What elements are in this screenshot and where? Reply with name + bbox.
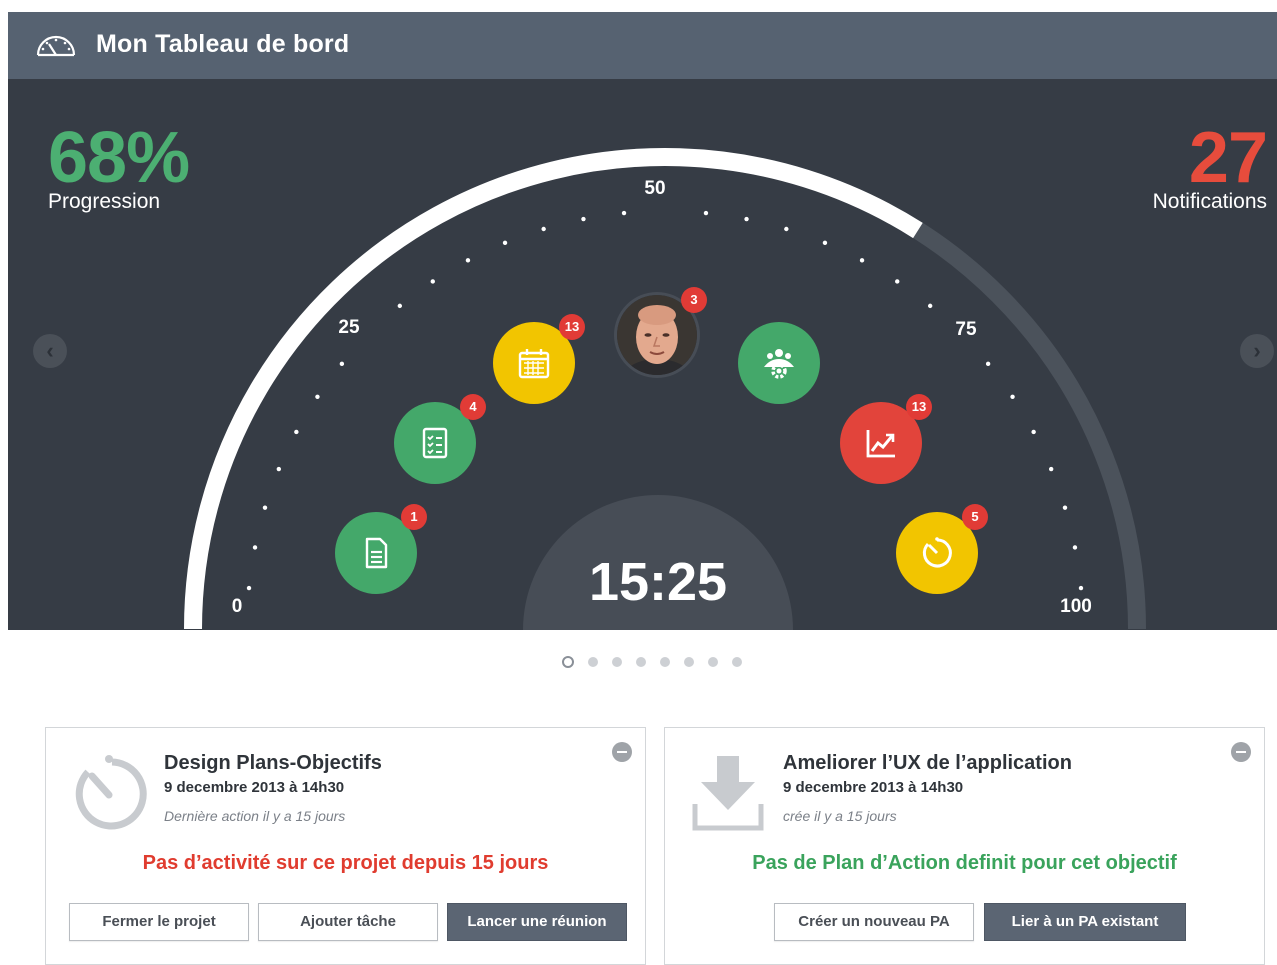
pager-dots — [562, 653, 756, 668]
pager-dot[interactable] — [708, 656, 718, 667]
page-title: Mon Tableau de bord — [96, 30, 350, 58]
create-new-pa-button[interactable]: Créer un nouveau PA — [774, 903, 974, 941]
gauge-tick-label: 25 — [338, 317, 360, 338]
card-date: 9 decembre 2013 à 14h30 — [164, 779, 345, 796]
gauge-tick-dot — [822, 240, 828, 246]
gauge-tick-dot — [1072, 545, 1078, 550]
gauge-tick-dot — [703, 210, 709, 216]
user-avatar-button[interactable]: 3 — [617, 287, 707, 375]
gauge-tick-dot — [859, 258, 865, 263]
gauge-tick-dot — [252, 545, 258, 550]
pager-dot[interactable] — [612, 656, 622, 667]
clock-time: 15:25 — [588, 552, 728, 612]
previous-arrow-button[interactable]: ‹ — [33, 334, 67, 368]
app-window: Mon Tableau de bord 68% Progression 27 N… — [8, 12, 1277, 965]
pager-dot[interactable] — [588, 656, 598, 667]
pager-dot[interactable] — [732, 656, 742, 667]
gauge-tick-dot — [246, 585, 252, 591]
gauge-tick-dot — [276, 466, 282, 472]
gauge-tick-dot — [502, 240, 508, 246]
card-meta: crée il y a 15 jours — [783, 808, 897, 824]
notification-badge: 13 — [559, 314, 585, 340]
project-card: Design Plans-Objectifs 9 decembre 2013 à… — [45, 727, 646, 965]
notification-badge: 4 — [460, 394, 486, 420]
objective-card: Ameliorer l’UX de l’application 9 decemb… — [664, 727, 1265, 965]
notifications-count: 27 — [1188, 118, 1268, 198]
gauge-tick-dot — [784, 226, 789, 232]
collapse-card-button[interactable] — [612, 742, 632, 762]
notifications-label: Notifications — [1152, 190, 1267, 213]
card-meta: Dernière action il y a 15 jours — [164, 808, 346, 824]
chart-trend-icon — [866, 430, 895, 458]
notification-badge: 3 — [681, 287, 707, 313]
gauge-tick-dot — [621, 210, 627, 216]
gauge-tick-dot — [581, 216, 586, 222]
start-meeting-button[interactable]: Lancer une réunion — [447, 903, 627, 941]
gauge-tick-dot — [262, 505, 268, 510]
dashboard-gauge-panel: 68% Progression 27 Notifications ‹ › 0 2… — [8, 79, 1277, 630]
chart-trend-node-button[interactable]: 13 — [840, 394, 932, 484]
progress-value: 68% — [48, 118, 190, 198]
notifications-stat[interactable]: 27 Notifications — [1152, 118, 1268, 214]
gauge-tick-dot — [315, 394, 320, 399]
document-node-button[interactable]: 1 — [335, 504, 427, 594]
notification-badge: 1 — [401, 504, 427, 530]
speedometer-icon — [36, 35, 76, 57]
card-title: Design Plans-Objectifs — [164, 752, 382, 774]
pager-dot[interactable] — [562, 655, 574, 668]
card-status-message: Pas de Plan d’Action definit pour cet ob… — [752, 852, 1177, 874]
gauge-tick-dot — [294, 429, 299, 435]
timer-icon — [75, 755, 147, 830]
checklist-node-button[interactable]: 4 — [394, 394, 486, 484]
link-existing-pa-button[interactable]: Lier à un PA existant — [984, 903, 1186, 941]
gauge-tick-dot — [1010, 394, 1015, 399]
pager-dot[interactable] — [636, 656, 646, 667]
team-settings-node-button[interactable] — [738, 322, 820, 404]
app-header: Mon Tableau de bord — [8, 12, 1277, 79]
gauge-tick-dot — [1048, 466, 1054, 472]
pager-dot[interactable] — [660, 656, 670, 667]
document-icon — [365, 537, 388, 569]
gauge-tick-dot — [1078, 585, 1084, 591]
gauge-tick-label: 75 — [955, 319, 977, 340]
gauge-tick-dot — [895, 279, 900, 284]
gauge-tick-dot — [1031, 429, 1036, 435]
timer-node-button[interactable]: 5 — [896, 504, 988, 594]
gauge-tick-dot — [430, 279, 435, 284]
close-project-button[interactable]: Fermer le projet — [69, 903, 249, 941]
next-arrow-button[interactable]: › — [1240, 334, 1274, 368]
gauge-tick-dot — [541, 226, 546, 232]
collapse-card-button[interactable] — [1231, 742, 1251, 762]
card-date: 9 decembre 2013 à 14h30 — [783, 779, 964, 796]
download-icon — [692, 756, 764, 831]
card-title: Ameliorer l’UX de l’application — [783, 752, 1072, 774]
gauge-tick-dot — [1062, 505, 1068, 510]
gauge-tick-dot — [397, 303, 403, 309]
gauge-tick-dot — [465, 258, 471, 263]
gauge-tick-dot — [927, 303, 933, 309]
pager-dot[interactable] — [684, 656, 694, 667]
gauge-tick-label: 50 — [644, 178, 666, 199]
checklist-icon — [422, 427, 448, 459]
add-task-button[interactable]: Ajouter tâche — [258, 903, 438, 941]
team-settings-icon — [764, 349, 794, 379]
gauge-tick-label: 0 — [231, 596, 243, 617]
progress-stat: 68% Progression — [48, 118, 190, 214]
gauge-tick-dot — [339, 361, 345, 367]
notification-badge: 5 — [962, 504, 988, 530]
card-status-message: Pas d’activité sur ce projet depuis 15 j… — [142, 852, 549, 874]
notification-badge: 13 — [906, 394, 932, 420]
calendar-node-button[interactable]: 13 — [493, 314, 585, 404]
calendar-icon — [518, 349, 550, 379]
gauge-tick-dot — [985, 361, 991, 367]
gauge-tick-label: 100 — [1060, 596, 1092, 617]
timer-icon — [922, 537, 952, 568]
gauge-tick-dot — [744, 216, 749, 222]
